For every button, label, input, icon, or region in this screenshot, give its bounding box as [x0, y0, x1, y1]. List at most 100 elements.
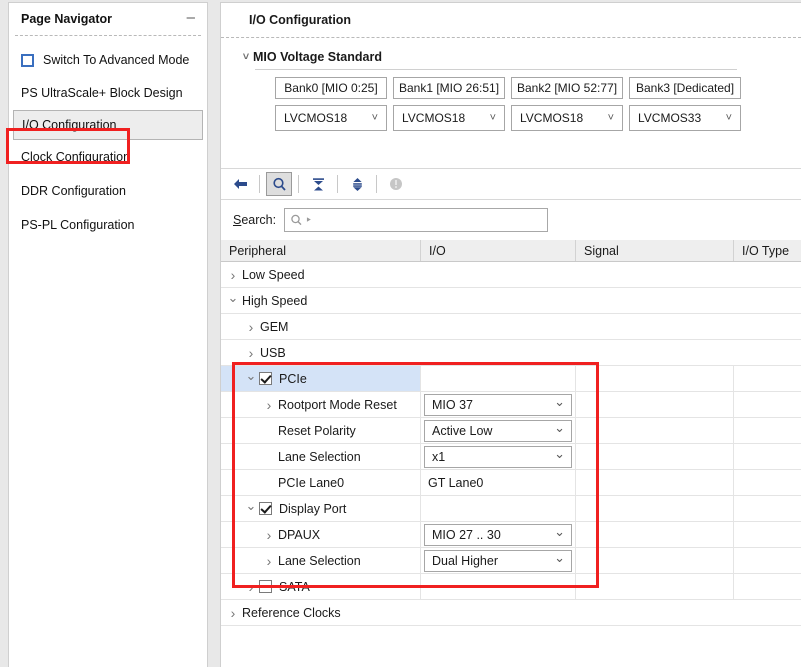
- bank2-voltage-select[interactable]: LVCMOS18 ˅: [511, 105, 623, 131]
- advanced-mode-checkbox[interactable]: [21, 53, 34, 67]
- chevron-right-icon[interactable]: ›: [261, 527, 277, 543]
- column-header-io-type[interactable]: I/O Type: [734, 240, 801, 261]
- cell-io: Active Low ⌄: [421, 418, 576, 443]
- sidebar-item-ps-pl-configuration[interactable]: PS-PL Configuration: [9, 208, 207, 242]
- cell-signal: [576, 496, 734, 521]
- table-row[interactable]: Reset Polarity Active Low ⌄: [221, 418, 801, 444]
- chevron-right-icon[interactable]: ›: [225, 605, 241, 621]
- cell-signal: [576, 418, 734, 443]
- bank3-label: Bank3 [Dedicated]: [629, 77, 741, 99]
- back-arrow-icon[interactable]: [227, 172, 253, 196]
- expand-all-icon[interactable]: [344, 172, 370, 196]
- chevron-down-icon[interactable]: ⌄: [243, 368, 259, 384]
- cell-io-type: [734, 366, 801, 391]
- column-header-signal[interactable]: Signal: [576, 240, 734, 261]
- chevron-down-icon: ⌄: [554, 394, 565, 409]
- chevron-down-icon: ˅: [371, 111, 378, 124]
- cell-io: x1 ⌄: [421, 444, 576, 469]
- chevron-right-icon[interactable]: ›: [261, 553, 277, 569]
- table-row[interactable]: › Reference Clocks: [221, 600, 801, 626]
- sidebar-item-clock-configuration[interactable]: Clock Configuration: [9, 140, 207, 174]
- table-row[interactable]: › SATA: [221, 574, 801, 600]
- table-row-label: USB: [260, 345, 286, 360]
- sidebar-item-block-design[interactable]: PS UltraScale+ Block Design: [9, 76, 207, 110]
- chevron-right-icon[interactable]: ›: [243, 319, 259, 335]
- io-select[interactable]: MIO 37 ⌄: [424, 393, 572, 416]
- row-checkbox[interactable]: [259, 580, 272, 593]
- collapse-all-icon[interactable]: [305, 172, 331, 196]
- chevron-down-icon: ⌄: [554, 524, 565, 539]
- chevron-right-icon[interactable]: ›: [225, 267, 241, 283]
- bank1-voltage-select[interactable]: LVCMOS18 ˅: [393, 105, 505, 131]
- cell-peripheral: › SATA: [221, 574, 421, 599]
- cell-io: [421, 600, 576, 625]
- panel-splitter[interactable]: [210, 0, 218, 667]
- io-select[interactable]: Active Low ⌄: [424, 419, 572, 442]
- cell-peripheral: › Low Speed: [221, 262, 421, 287]
- chevron-down-icon[interactable]: ⌄: [225, 290, 241, 306]
- page-navigator-title: Page Navigator: [21, 12, 113, 26]
- cell-io-type: [734, 314, 801, 339]
- column-header-peripheral[interactable]: Peripheral: [221, 240, 421, 261]
- table-row[interactable]: › DPAUX MIO 27 .. 30 ⌄: [221, 522, 801, 548]
- sidebar-item-io-configuration[interactable]: I/O Configuration: [13, 110, 203, 140]
- table-row[interactable]: ⌄ PCIe: [221, 366, 801, 392]
- toolbar-divider: [337, 175, 338, 193]
- io-select[interactable]: Dual Higher ⌄: [424, 549, 572, 572]
- search-input[interactable]: ‣: [284, 208, 549, 232]
- row-checkbox[interactable]: [259, 372, 272, 385]
- bank3-voltage-select[interactable]: LVCMOS33 ˅: [629, 105, 741, 131]
- cell-io-type: [734, 340, 801, 365]
- table-row-label: Display Port: [279, 501, 347, 516]
- cell-peripheral: › Reference Clocks: [221, 600, 421, 625]
- cell-io: Dual Higher ⌄: [421, 548, 576, 573]
- search-icon[interactable]: [266, 172, 292, 196]
- table-row[interactable]: › Lane Selection Dual Higher ⌄: [221, 548, 801, 574]
- cell-io: [421, 366, 576, 391]
- chevron-down-icon[interactable]: ˅: [239, 51, 253, 63]
- search-label-rest: earch:: [241, 213, 277, 227]
- chevron-right-icon[interactable]: ›: [261, 397, 277, 413]
- bank0-voltage-select[interactable]: LVCMOS18 ˅: [275, 105, 387, 131]
- table-row[interactable]: › Low Speed: [221, 262, 801, 288]
- cell-peripheral: PCIe Lane0: [221, 470, 421, 495]
- switch-to-advanced-mode-row[interactable]: Switch To Advanced Mode: [9, 44, 207, 76]
- info-icon: [383, 172, 409, 196]
- table-row-label: DPAUX: [278, 527, 321, 542]
- table-row-label: Rootport Mode Reset: [278, 397, 397, 412]
- table-row[interactable]: ⌄ High Speed: [221, 288, 801, 314]
- chevron-right-icon[interactable]: ›: [243, 579, 259, 595]
- row-checkbox[interactable]: [259, 502, 272, 515]
- column-header-io[interactable]: I/O: [421, 240, 576, 261]
- advanced-mode-label: Switch To Advanced Mode: [43, 53, 190, 67]
- table-row[interactable]: › Rootport Mode Reset MIO 37 ⌄: [221, 392, 801, 418]
- cell-io: [421, 340, 576, 365]
- chevron-down-icon: ⌄: [554, 420, 565, 435]
- table-row[interactable]: › USB: [221, 340, 801, 366]
- bank1-label: Bank1 [MIO 26:51]: [393, 77, 505, 99]
- minimize-icon[interactable]: –: [185, 10, 197, 29]
- cell-signal: [576, 392, 734, 417]
- chevron-down-icon: ˅: [607, 111, 614, 124]
- table-row-label: SATA: [279, 579, 310, 594]
- chevron-right-icon[interactable]: ›: [243, 345, 259, 361]
- table-row[interactable]: ⌄ Display Port: [221, 496, 801, 522]
- cell-io-type: [734, 418, 801, 443]
- chevron-down-icon: ⌄: [554, 550, 565, 565]
- bank1-voltage-value: LVCMOS18: [402, 111, 466, 125]
- bank3-voltage-value: LVCMOS33: [638, 111, 702, 125]
- cell-signal: [576, 262, 734, 287]
- io-select[interactable]: MIO 27 .. 30 ⌄: [424, 523, 572, 546]
- chevron-down-icon[interactable]: ⌄: [243, 498, 259, 514]
- table-row[interactable]: PCIe Lane0 GT Lane0: [221, 470, 801, 496]
- table-row[interactable]: › GEM: [221, 314, 801, 340]
- chevron-down-icon: ⌄: [554, 446, 565, 461]
- search-placeholder: ‣: [305, 213, 313, 227]
- cell-io-type: [734, 548, 801, 573]
- sidebar-item-ddr-configuration[interactable]: DDR Configuration: [9, 174, 207, 208]
- io-select[interactable]: x1 ⌄: [424, 445, 572, 468]
- page-title: I/O Configuration: [249, 13, 352, 27]
- table-row[interactable]: Lane Selection x1 ⌄: [221, 444, 801, 470]
- mio-voltage-standard-header[interactable]: ˅ MIO Voltage Standard: [239, 50, 801, 64]
- sidebar-item-label: DDR Configuration: [21, 184, 126, 198]
